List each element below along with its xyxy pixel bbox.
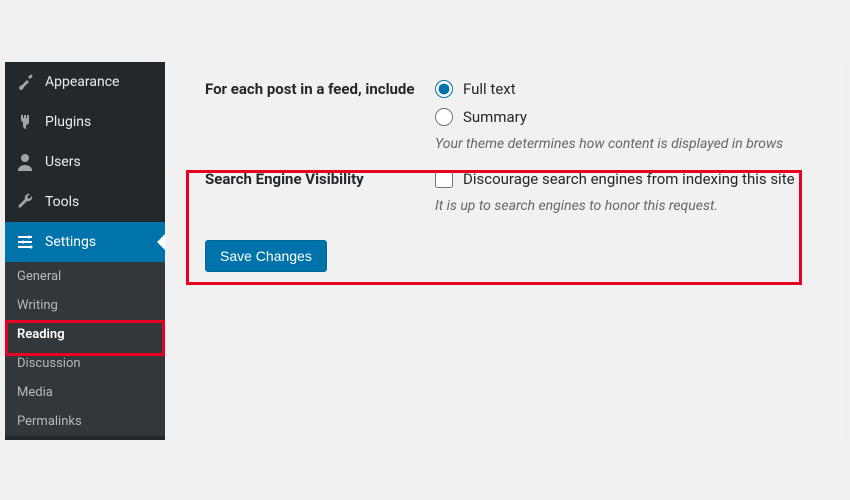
visibility-checkbox[interactable] [435,170,453,188]
radio-summary-input[interactable] [435,108,453,126]
submenu-writing[interactable]: Writing [5,291,165,320]
user-icon [15,152,35,172]
sidebar-item-appearance[interactable]: Appearance [5,62,165,102]
visibility-field: Discourage search engines from indexing … [435,170,845,214]
feed-row: For each post in a feed, include Full te… [205,80,845,152]
visibility-hint: It is up to search engines to honor this… [435,198,845,214]
feed-field: Full text Summary Your theme determines … [435,80,845,152]
sidebar-label: Tools [45,194,79,210]
app-frame: Appearance Plugins Users Tools Settings [5,62,845,440]
submenu-permalinks[interactable]: Permalinks [5,407,165,436]
save-changes-button[interactable]: Save Changes [205,240,327,272]
visibility-label: Search Engine Visibility [205,170,435,190]
sidebar-label: Plugins [45,114,91,130]
settings-content: For each post in a feed, include Full te… [165,62,845,440]
sliders-icon [15,232,35,252]
visibility-checkbox-label: Discourage search engines from indexing … [463,170,795,188]
sidebar-label: Appearance [45,74,119,90]
feed-hint: Your theme determines how content is dis… [435,136,845,152]
sidebar-item-tools[interactable]: Tools [5,182,165,222]
wrench-icon [15,192,35,212]
feed-label: For each post in a feed, include [205,80,435,100]
admin-sidebar: Appearance Plugins Users Tools Settings [5,62,165,440]
radio-full-text[interactable]: Full text [435,80,845,98]
visibility-row: Search Engine Visibility Discourage sear… [205,170,845,214]
plug-icon [15,112,35,132]
radio-summary-label: Summary [463,108,527,126]
sidebar-label: Settings [45,234,96,250]
submenu-discussion[interactable]: Discussion [5,349,165,378]
sidebar-item-users[interactable]: Users [5,142,165,182]
brush-icon [15,72,35,92]
submenu-reading[interactable]: Reading [5,320,165,349]
radio-summary[interactable]: Summary [435,108,845,126]
visibility-checkbox-line[interactable]: Discourage search engines from indexing … [435,170,845,188]
radio-full-label: Full text [463,80,516,98]
submenu-media[interactable]: Media [5,378,165,407]
sidebar-item-settings[interactable]: Settings [5,222,165,262]
sidebar-item-plugins[interactable]: Plugins [5,102,165,142]
radio-full-input[interactable] [435,80,453,98]
submenu-general[interactable]: General [5,262,165,291]
sidebar-label: Users [45,154,81,170]
